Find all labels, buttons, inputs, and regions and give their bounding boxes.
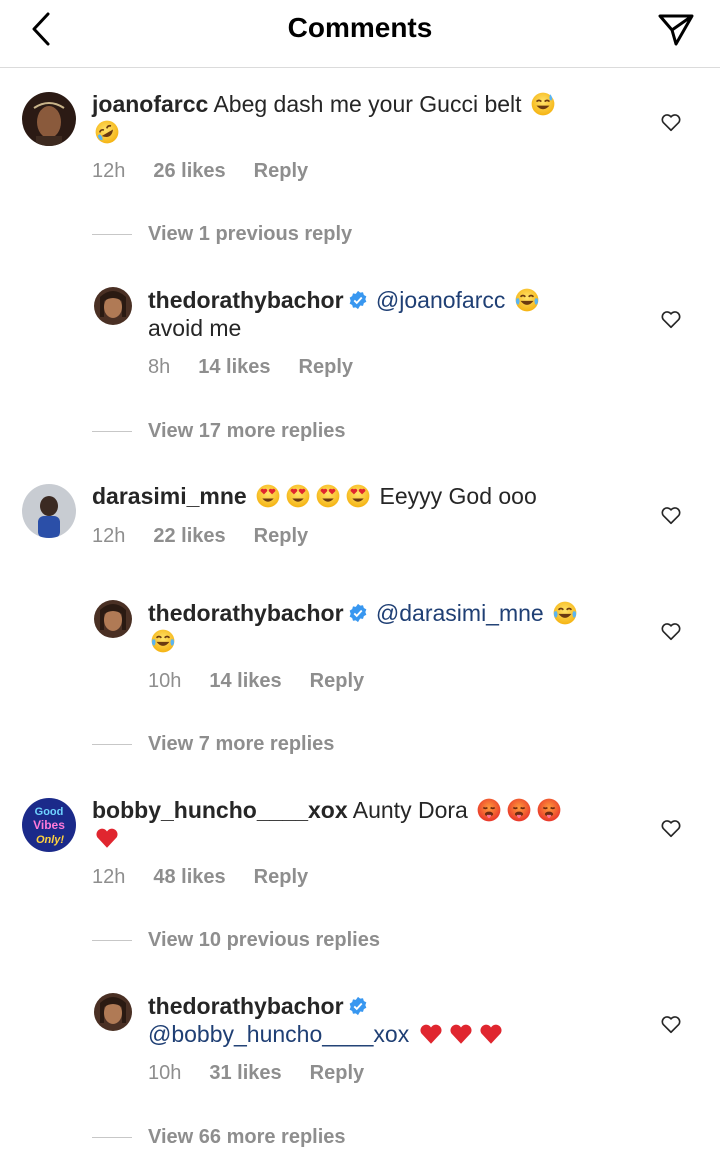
divider — [92, 1137, 132, 1139]
view-link-label: View 7 more replies — [148, 733, 335, 755]
heart-eyes-emoji — [255, 483, 281, 509]
view-more-replies-link[interactable]: View 17 more replies — [92, 420, 346, 443]
likes-count[interactable]: 14 likes — [198, 356, 270, 379]
view-link-label: View 66 more replies — [148, 1126, 346, 1148]
avatar-text-only: Only! — [36, 834, 64, 846]
comment-text: thedorathybachor @joanofarcc avoid me — [148, 286, 628, 342]
comment-time: 12h — [92, 160, 126, 182]
comment-time: 12h — [92, 866, 126, 888]
view-link-label: View 10 previous replies — [148, 929, 380, 951]
comment-meta: 12h 22 likes Reply — [92, 525, 336, 548]
likes-count[interactable]: 14 likes — [209, 670, 281, 693]
avatar[interactable] — [22, 484, 76, 538]
paper-plane-icon[interactable] — [656, 10, 696, 50]
heart-icon[interactable] — [660, 308, 682, 330]
heart-icon[interactable] — [660, 620, 682, 642]
comment-meta: 10h 31 likes Reply — [148, 1062, 392, 1085]
reply-button[interactable]: Reply — [310, 1062, 364, 1085]
reply-button[interactable]: Reply — [254, 525, 308, 548]
likes-count[interactable]: 22 likes — [153, 525, 225, 548]
comment-username[interactable]: thedorathybachor — [148, 600, 344, 626]
comment-meta: 10h 14 likes Reply — [148, 670, 392, 693]
reply-button[interactable]: Reply — [310, 670, 364, 693]
divider — [92, 744, 132, 746]
view-link-label: View 1 previous reply — [148, 223, 353, 245]
comment-body: Aunty Dora — [352, 797, 468, 823]
comment-username[interactable]: darasimi_mne — [92, 483, 247, 509]
top-bar: Comments — [0, 0, 720, 68]
divider — [92, 940, 132, 942]
red-heart-emoji — [418, 1021, 444, 1047]
comment-time: 10h — [148, 1062, 182, 1084]
mention-link[interactable]: @bobby_huncho____xox — [148, 1021, 409, 1047]
comment-text: thedorathybachor @bobby_huncho____xox — [148, 992, 628, 1048]
red-heart-emoji — [448, 1021, 474, 1047]
avatar[interactable]: Good Vibes Only! — [22, 798, 76, 852]
reply-button[interactable]: Reply — [299, 356, 353, 379]
comment-username[interactable]: thedorathybachor — [148, 287, 344, 313]
heart-eyes-emoji — [315, 483, 341, 509]
hot-face-emoji — [506, 797, 532, 823]
comment-body: avoid me — [148, 315, 242, 341]
view-previous-replies-link[interactable]: View 1 previous reply — [92, 223, 352, 246]
comment-time: 10h — [148, 670, 182, 692]
hot-face-emoji — [476, 797, 502, 823]
comment-username[interactable]: joanofarcc — [92, 91, 208, 117]
red-heart-emoji — [94, 825, 120, 851]
comment-body: Abeg dash me your Gucci belt — [213, 91, 522, 117]
likes-count[interactable]: 31 likes — [209, 1062, 281, 1085]
likes-count[interactable]: 48 likes — [153, 866, 225, 889]
heart-eyes-emoji — [345, 483, 371, 509]
heart-icon[interactable] — [660, 817, 682, 839]
avatar[interactable] — [94, 287, 132, 325]
joy-emoji — [552, 600, 578, 626]
hot-face-emoji — [536, 797, 562, 823]
view-link-label: View 17 more replies — [148, 420, 346, 442]
comment-time: 8h — [148, 356, 171, 378]
comment-text: bobby_huncho____xox Aunty Dora — [92, 796, 572, 852]
comment-meta: 12h 26 likes Reply — [92, 160, 336, 183]
reply-button[interactable]: Reply — [254, 160, 308, 183]
comment-meta: 12h 48 likes Reply — [92, 866, 336, 889]
avatar[interactable] — [94, 993, 132, 1031]
avatar[interactable] — [94, 600, 132, 638]
comment-text: darasimi_mne Eeyyy God ooo — [92, 482, 572, 510]
comment-meta: 8h 14 likes Reply — [148, 356, 381, 379]
divider — [92, 431, 132, 433]
reply-button[interactable]: Reply — [254, 866, 308, 889]
avatar[interactable] — [22, 92, 76, 146]
verified-badge-icon — [348, 290, 368, 310]
comment-text: joanofarcc Abeg dash me your Gucci belt — [92, 90, 572, 146]
grinning-sweat-emoji — [530, 91, 556, 117]
comment-time: 12h — [92, 525, 126, 547]
view-more-replies-link[interactable]: View 7 more replies — [92, 733, 334, 756]
heart-eyes-emoji — [285, 483, 311, 509]
avatar-text-good: Good — [35, 806, 64, 818]
joy-emoji — [150, 628, 176, 654]
verified-badge-icon — [348, 996, 368, 1016]
comment-username[interactable]: thedorathybachor — [148, 993, 344, 1019]
joy-emoji — [514, 287, 540, 313]
page-title: Comments — [287, 12, 433, 43]
heart-icon[interactable] — [660, 1013, 682, 1035]
avatar-text-vibes: Vibes — [33, 818, 65, 832]
comment-text: thedorathybachor @darasimi_mne — [148, 599, 628, 655]
likes-count[interactable]: 26 likes — [153, 160, 225, 183]
view-more-replies-link[interactable]: View 66 more replies — [92, 1126, 346, 1149]
rofl-emoji — [94, 119, 120, 145]
heart-icon[interactable] — [660, 504, 682, 526]
mention-link[interactable]: @darasimi_mne — [376, 600, 544, 626]
comment-username[interactable]: bobby_huncho____xox — [92, 797, 348, 823]
red-heart-emoji — [478, 1021, 504, 1047]
view-previous-replies-link[interactable]: View 10 previous replies — [92, 929, 380, 952]
verified-badge-icon — [348, 603, 368, 623]
divider — [92, 234, 132, 236]
comment-body: Eeyyy God ooo — [379, 483, 537, 509]
mention-link[interactable]: @joanofarcc — [376, 287, 505, 313]
heart-icon[interactable] — [660, 111, 682, 133]
